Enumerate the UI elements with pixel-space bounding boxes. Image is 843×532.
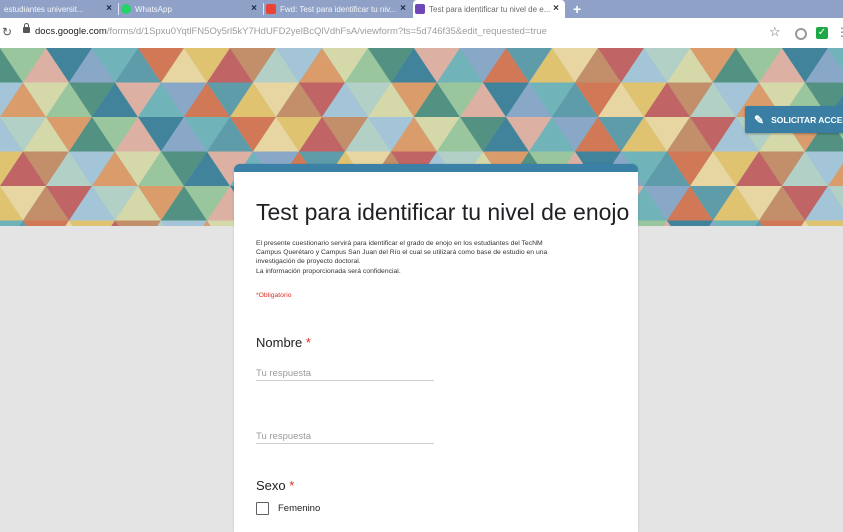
tab-label: Test para identificar tu nivel de e... (429, 4, 551, 14)
required-mark: * (305, 335, 311, 350)
request-access-label: SOLICITAR ACCES (771, 114, 843, 125)
tab-label: WhatsApp (135, 4, 172, 14)
menu-icon[interactable]: ⋮ (836, 25, 843, 39)
new-tab-icon[interactable]: + (573, 1, 581, 17)
extension-icon[interactable] (795, 28, 807, 40)
option-label: Femenino (278, 503, 321, 514)
description-line: Campus Querétaro y Campus San Juan del R… (256, 249, 548, 257)
banner-triangle (805, 220, 843, 226)
bookmark-star-icon[interactable]: ☆ (769, 24, 781, 40)
required-note: *Obligatorio (256, 292, 292, 299)
tab-estudiantes[interactable]: estudiantes universit... × (0, 0, 118, 18)
reload-icon[interactable]: ↻ (2, 25, 12, 39)
option-femenino[interactable]: Femenino (256, 502, 320, 515)
url-field[interactable]: docs.google.com/forms/d/1Spxu0YqtlFN5Oy5… (35, 26, 547, 37)
browser-toolbar: ↻ docs.google.com/forms/d/1Spxu0YqtlFN5O… (0, 18, 843, 49)
banner-triangle (161, 220, 207, 226)
pencil-icon: ✎ (754, 112, 765, 127)
banner-triangle (759, 220, 805, 226)
tab-fwd-mail[interactable]: Fwd: Test para identificar tu niv... × (264, 0, 412, 18)
banner-triangle (69, 220, 115, 226)
browser-tab-strip: estudiantes universit... × WhatsApp × Fw… (0, 0, 843, 18)
tab-label: Fwd: Test para identificar tu niv... (280, 4, 397, 14)
nombre-answer-input[interactable] (256, 366, 434, 381)
description-line: investigación de proyecto doctoral. (256, 258, 361, 266)
gmail-icon (266, 4, 276, 14)
description-line: El presente cuestionario servirá para id… (256, 240, 543, 247)
request-access-button[interactable]: ✎ SOLICITAR ACCES (745, 106, 843, 133)
description-line: La información proporcionada será confid… (256, 267, 401, 275)
close-icon[interactable]: × (251, 3, 257, 14)
banner-triangle (713, 220, 759, 226)
close-icon[interactable]: × (106, 3, 112, 14)
form-title: Test para identificar tu nivel de enojo (256, 199, 630, 225)
banner-triangle (0, 220, 23, 226)
whatsapp-icon (121, 4, 131, 14)
tab-whatsapp[interactable]: WhatsApp × (119, 0, 263, 18)
url-path: /forms/d/1Spxu0YqtlFN5Oy5rl5kY7HdUFD2yel… (106, 26, 547, 37)
form-card: Test para identificar tu nivel de enojo … (234, 164, 638, 532)
banner-triangle (23, 220, 69, 226)
question-nombre: Nombre * (256, 335, 311, 350)
tab-label: estudiantes universit... (4, 4, 84, 14)
required-mark: * (289, 478, 295, 493)
question-label: Sexo (256, 478, 286, 493)
banner-triangle (667, 220, 713, 226)
google-forms-icon (415, 4, 425, 14)
close-icon[interactable]: × (553, 3, 559, 14)
question-sexo: Sexo * (256, 478, 294, 493)
second-answer-input[interactable] (256, 429, 434, 444)
banner-triangle (115, 220, 161, 226)
lock-icon[interactable] (23, 23, 30, 33)
tab-test-form[interactable]: Test para identificar tu nivel de e... × (413, 0, 565, 18)
extension-check-icon[interactable]: ✓ (816, 27, 828, 39)
url-domain: docs.google.com (35, 26, 107, 37)
form-description: El presente cuestionario servirá para id… (256, 239, 624, 276)
question-label: Nombre (256, 335, 303, 350)
checkbox[interactable] (256, 502, 269, 515)
close-icon[interactable]: × (400, 3, 406, 14)
